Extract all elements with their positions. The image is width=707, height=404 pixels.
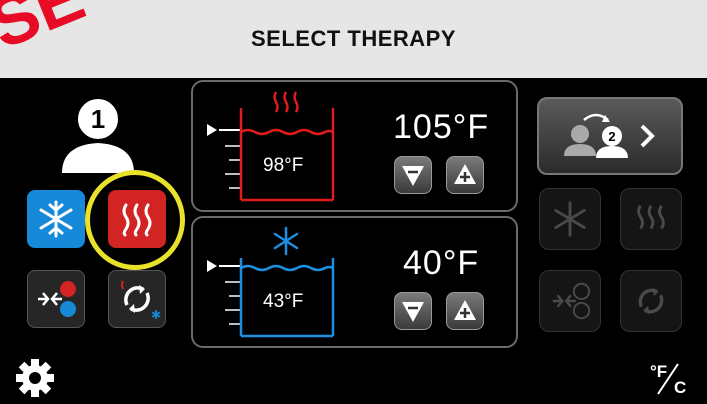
minus-triangle-icon — [402, 166, 424, 186]
cold-decrease-button[interactable] — [394, 292, 432, 330]
cold-mode-button[interactable] — [27, 190, 85, 248]
switch-to-user-2-button[interactable]: 2 — [537, 97, 683, 175]
cold-therapy-panel: 43°F 40°F — [191, 216, 518, 348]
switch-user-icon: 2 — [564, 113, 655, 158]
heat-waves-icon — [637, 204, 665, 230]
contrast-mode-button[interactable] — [27, 270, 85, 328]
minus-triangle-icon — [402, 302, 424, 322]
heat-waves-icon — [273, 91, 299, 113]
contrast-icon — [552, 282, 591, 320]
snowflake-icon — [273, 226, 299, 256]
heat-decrease-button[interactable] — [394, 156, 432, 194]
svg-text:°F: °F — [650, 362, 667, 381]
settings-gear-icon[interactable] — [14, 357, 56, 399]
heat-increase-button[interactable] — [446, 156, 484, 194]
svg-text:C: C — [674, 378, 686, 396]
heat-therapy-panel: 98°F 105°F — [191, 80, 518, 212]
plus-triangle-icon — [454, 164, 476, 184]
user-2-number: 2 — [608, 129, 615, 144]
heat-mode-button[interactable] — [108, 190, 166, 248]
cycle-icon — [638, 287, 664, 315]
cycle-icon: ✱ — [121, 280, 161, 322]
plus-triangle-icon — [454, 300, 476, 320]
cold-increase-button[interactable] — [446, 292, 484, 330]
user-2-cycle-mode-button[interactable] — [620, 270, 682, 332]
cold-tank-temperature: 43°F — [263, 291, 304, 312]
heat-tank-graphic — [207, 91, 335, 202]
user-2-heat-mode-button[interactable] — [620, 188, 682, 250]
cold-tank-graphic — [207, 226, 335, 338]
page-title: SELECT THERAPY — [250, 26, 457, 51]
user-number: 1 — [91, 104, 105, 134]
user-2-cold-mode-button[interactable] — [539, 188, 601, 250]
heat-tank-temperature: 98°F — [263, 155, 304, 176]
snowflake-icon — [554, 201, 586, 237]
header-bar: SELECT THERAPY — [0, 0, 707, 78]
cycle-mode-button[interactable]: ✱ — [108, 270, 166, 328]
cold-set-temperature: 40°F — [403, 244, 480, 282]
units-toggle-button[interactable]: °F C — [648, 360, 696, 396]
heat-set-temperature: 105°F — [393, 108, 490, 146]
heat-waves-icon — [122, 203, 152, 237]
user-1-icon: 1 — [62, 95, 134, 173]
small-snowflake-icon: ✱ — [151, 308, 161, 322]
snowflake-icon — [39, 200, 73, 238]
contrast-icon — [38, 281, 76, 317]
user-2-contrast-mode-button[interactable] — [539, 270, 601, 332]
